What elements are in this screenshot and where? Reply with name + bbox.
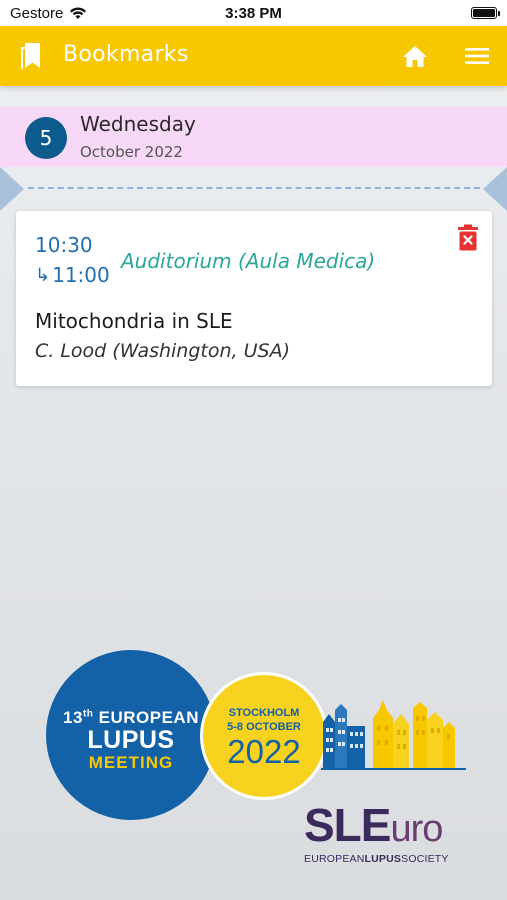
logo-city: STOCKHOLM [228,707,300,719]
sleuro-brand: SLEuro EUROPEANLUPUSSOCIETY [304,802,449,865]
menu-icon[interactable] [464,46,490,66]
sleuro-subtitle: EUROPEANLUPUSSOCIETY [304,853,449,865]
session-end-time-row: ↳ 11:00 [35,263,110,287]
stockholm-logo-circle: STOCKHOLM 5-8 OCTOBER 2022 [200,672,328,800]
app-bar: Bookmarks [0,26,507,86]
logo-dates: 5-8 OCTOBER [227,721,301,733]
day-header: 5 Wednesday October 2022 [0,107,507,167]
bookmark-icon [21,43,40,70]
day-month: October 2022 [80,143,183,161]
logo-line-meeting: MEETING [88,753,174,772]
session-end-time: 11:00 [52,263,110,287]
status-bar: Gestore 3:38 PM [0,0,507,26]
stockholm-buildings-illustration [321,700,466,770]
day-number-badge: 5 [25,117,67,159]
return-arrow-icon: ↳ [35,264,51,286]
session-speaker: C. Lood (Washington, USA) [35,340,290,362]
day-weekday: Wednesday [80,112,196,136]
home-icon[interactable] [402,44,428,68]
session-start-time: 10:30 [35,233,93,257]
divider-right-notch [483,167,507,211]
logo-line-lupus: LUPUS [87,726,175,754]
carrier-label: Gestore [10,4,64,22]
delete-icon[interactable] [457,224,479,252]
battery-icon [471,7,500,19]
logo-year: 2022 [227,733,301,770]
conference-logo: 13th EUROPEAN LUPUS MEETING STOCKHOLM 5-… [46,650,476,875]
session-card[interactable]: 10:30 ↳ 11:00 Auditorium (Aula Medica) M… [16,211,492,386]
page-title: Bookmarks [63,42,189,67]
meeting-logo-circle: 13th EUROPEAN LUPUS MEETING [46,650,216,820]
wifi-icon [70,7,87,19]
sleuro-wordmark: SLEuro [304,799,443,851]
logo-line-european: 13th EUROPEAN [63,708,199,727]
session-title: Mitochondria in SLE [35,309,233,333]
status-left: Gestore [10,5,87,22]
day-divider [0,167,507,211]
divider-left-notch [0,167,24,211]
session-location: Auditorium (Aula Medica) [121,249,376,273]
dashed-divider [28,187,480,189]
